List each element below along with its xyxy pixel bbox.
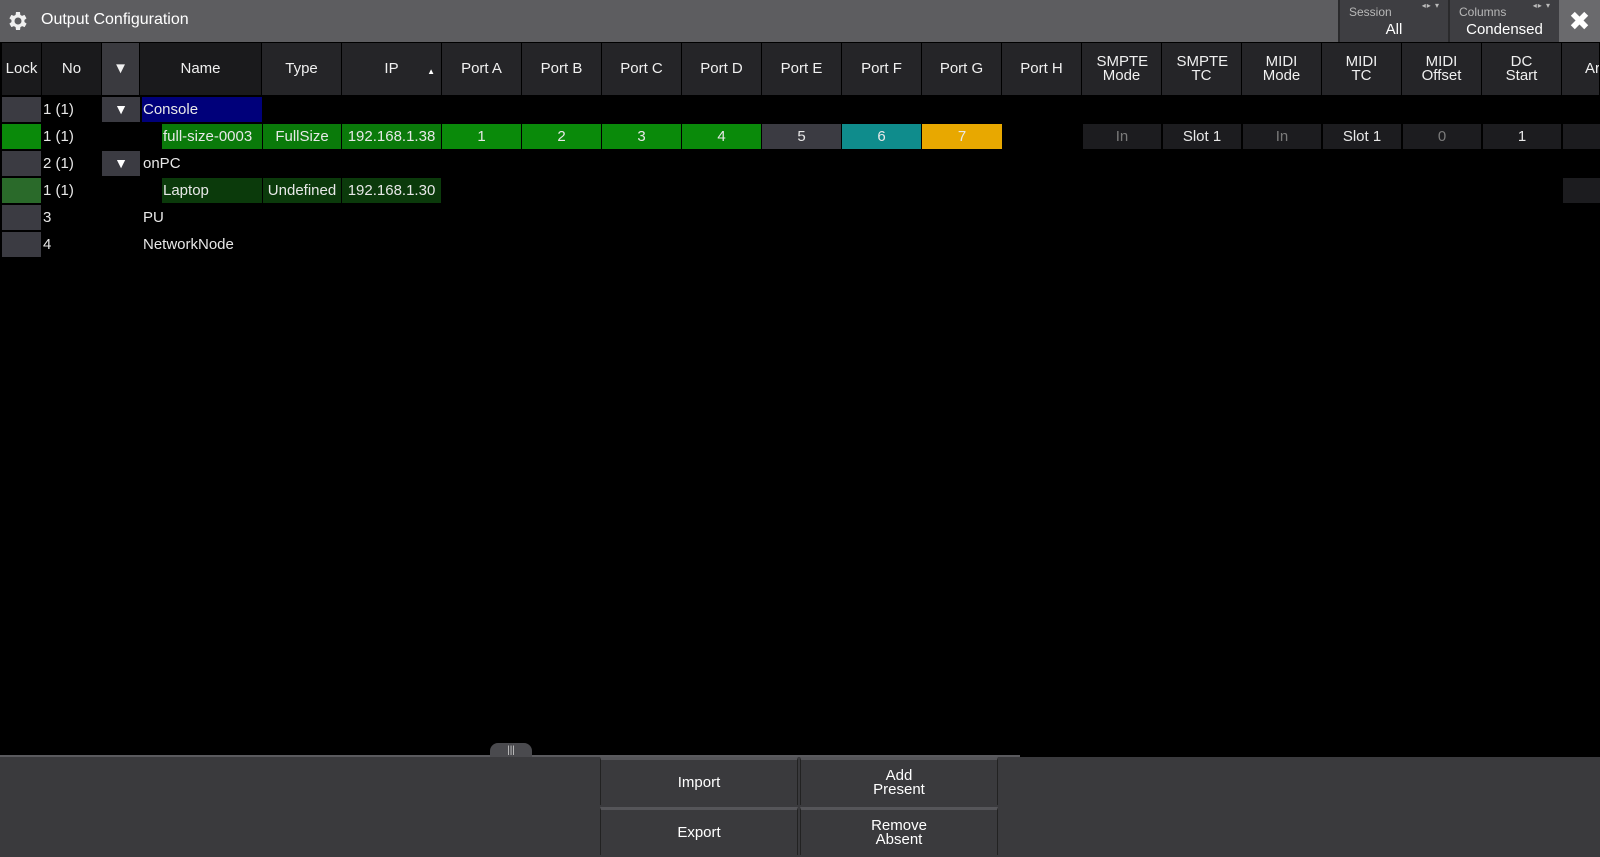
smpte-tc-cell[interactable]: Slot 1 xyxy=(1163,124,1241,149)
row-ip[interactable]: 192.168.1.38 xyxy=(342,124,441,149)
column-header-port-g[interactable]: Port G xyxy=(922,43,1002,95)
gear-icon[interactable] xyxy=(6,9,30,33)
port-a-cell[interactable]: 1 xyxy=(442,124,521,149)
column-header-smpte-mode[interactable]: SMPTE Mode xyxy=(1082,43,1162,95)
title-bar: Output Configuration Session ◂▸ ▾ All Co… xyxy=(0,0,1600,42)
filter-toggle-icon[interactable]: ▼ xyxy=(102,43,140,95)
column-header-port-e[interactable]: Port E xyxy=(762,43,842,95)
midi-tc-cell[interactable]: Slot 1 xyxy=(1323,124,1401,149)
lock-cell[interactable] xyxy=(2,205,41,230)
midi-offset-cell[interactable]: 0 xyxy=(1403,124,1481,149)
column-header-midi-offset[interactable]: MIDI Offset xyxy=(1402,43,1482,95)
session-label: Session xyxy=(1349,5,1392,19)
remove-absent-button[interactable]: Remove Absent xyxy=(800,807,998,855)
lock-cell[interactable] xyxy=(2,97,41,122)
resize-handle-icon[interactable]: ||| xyxy=(490,743,532,757)
column-header-type[interactable]: Type xyxy=(262,43,342,95)
row-number: 1 (1) xyxy=(43,182,74,199)
selector-arrows-icon: ◂▸ ▾ xyxy=(1421,1,1440,10)
row-name[interactable]: Laptop xyxy=(162,178,262,203)
port-f-cell[interactable]: 6 xyxy=(842,124,921,149)
columns-label: Columns xyxy=(1459,5,1507,19)
bottom-toolbar: Import Add Present Export Remove Absent xyxy=(0,757,1600,857)
column-header-dc-start[interactable]: DC Start xyxy=(1482,43,1562,95)
port-b-cell[interactable]: 2 xyxy=(522,124,601,149)
column-header-smpte-tc[interactable]: SMPTE TC xyxy=(1162,43,1242,95)
remove-absent-button-label: Remove Absent xyxy=(871,816,927,848)
column-header-port-d[interactable]: Port D xyxy=(682,43,762,95)
column-header-name[interactable]: Name xyxy=(140,43,262,95)
lock-cell[interactable] xyxy=(2,178,41,203)
add-present-button[interactable]: Add Present xyxy=(800,757,998,805)
lock-cell[interactable] xyxy=(2,232,41,257)
column-header-lock[interactable]: Lock xyxy=(2,43,42,95)
columns-value: Condensed xyxy=(1466,21,1543,38)
column-header-smpte-tc-label: SMPTE TC xyxy=(1176,53,1229,84)
row-name[interactable]: Console xyxy=(142,97,262,122)
window-title: Output Configuration xyxy=(41,11,189,28)
row-number: 3 xyxy=(43,209,52,226)
port-g-cell[interactable]: 7 xyxy=(922,124,1002,149)
column-header-partial[interactable]: Ar xyxy=(1562,43,1600,95)
row-number: 2 (1) xyxy=(43,155,74,172)
column-header-midi-mode-label: MIDI Mode xyxy=(1262,53,1301,84)
column-header-port-h[interactable]: Port H xyxy=(1002,43,1082,95)
close-icon: ✖ xyxy=(1568,6,1591,36)
selector-arrows-icon: ◂▸ ▾ xyxy=(1532,1,1551,10)
row-type[interactable]: Undefined xyxy=(263,178,341,203)
close-button[interactable]: ✖ xyxy=(1559,0,1600,42)
session-value: All xyxy=(1385,21,1403,38)
partial-cell[interactable] xyxy=(1563,124,1600,149)
column-header-no[interactable]: No xyxy=(42,43,102,95)
lock-cell[interactable] xyxy=(2,151,41,176)
column-header-port-c[interactable]: Port C xyxy=(602,43,682,95)
smpte-mode-cell[interactable]: In xyxy=(1083,124,1161,149)
row-ip[interactable]: 192.168.1.30 xyxy=(342,178,441,203)
dc-start-cell[interactable]: 1 xyxy=(1483,124,1561,149)
collapse-icon[interactable]: ▼ xyxy=(102,97,140,122)
row-number: 4 xyxy=(43,236,52,253)
collapse-icon[interactable]: ▼ xyxy=(102,151,140,176)
partial-cell[interactable] xyxy=(1563,178,1600,203)
column-header-ip-label: IP xyxy=(384,60,399,77)
midi-mode-cell[interactable]: In xyxy=(1243,124,1321,149)
add-present-button-label: Add Present xyxy=(873,766,925,798)
row-name[interactable]: onPC xyxy=(142,151,262,176)
column-header-ip[interactable]: IP ▲ xyxy=(342,43,442,95)
import-button-label: Import xyxy=(677,773,721,791)
column-header-smpte-mode-label: SMPTE Mode xyxy=(1096,53,1149,84)
row-number: 1 (1) xyxy=(43,128,74,145)
row-name[interactable]: NetworkNode xyxy=(142,232,262,257)
row-name[interactable]: full-size-0003 xyxy=(162,124,262,149)
port-c-cell[interactable]: 3 xyxy=(602,124,681,149)
column-header-midi-tc[interactable]: MIDI TC xyxy=(1322,43,1402,95)
row-name[interactable]: PU xyxy=(142,205,262,230)
column-header-port-b[interactable]: Port B xyxy=(522,43,602,95)
columns-selector[interactable]: Columns ◂▸ ▾ Condensed xyxy=(1448,0,1559,42)
column-header-midi-mode[interactable]: MIDI Mode xyxy=(1242,43,1322,95)
port-d-cell[interactable]: 4 xyxy=(682,124,761,149)
column-header-midi-offset-label: MIDI Offset xyxy=(1421,53,1462,84)
lock-cell[interactable] xyxy=(2,124,41,149)
export-button-label: Export xyxy=(677,823,721,841)
export-button[interactable]: Export xyxy=(600,807,798,855)
port-e-cell[interactable]: 5 xyxy=(762,124,841,149)
column-header-midi-tc-label: MIDI TC xyxy=(1345,53,1378,84)
column-header-dc-start-label: DC Start xyxy=(1505,53,1538,84)
row-type[interactable]: FullSize xyxy=(263,124,341,149)
column-header-port-f[interactable]: Port F xyxy=(842,43,922,95)
sort-ascending-icon: ▲ xyxy=(427,67,435,76)
session-selector[interactable]: Session ◂▸ ▾ All xyxy=(1338,0,1448,42)
import-button[interactable]: Import xyxy=(600,757,798,805)
row-number: 1 (1) xyxy=(43,101,74,118)
column-header-port-a[interactable]: Port A xyxy=(442,43,522,95)
